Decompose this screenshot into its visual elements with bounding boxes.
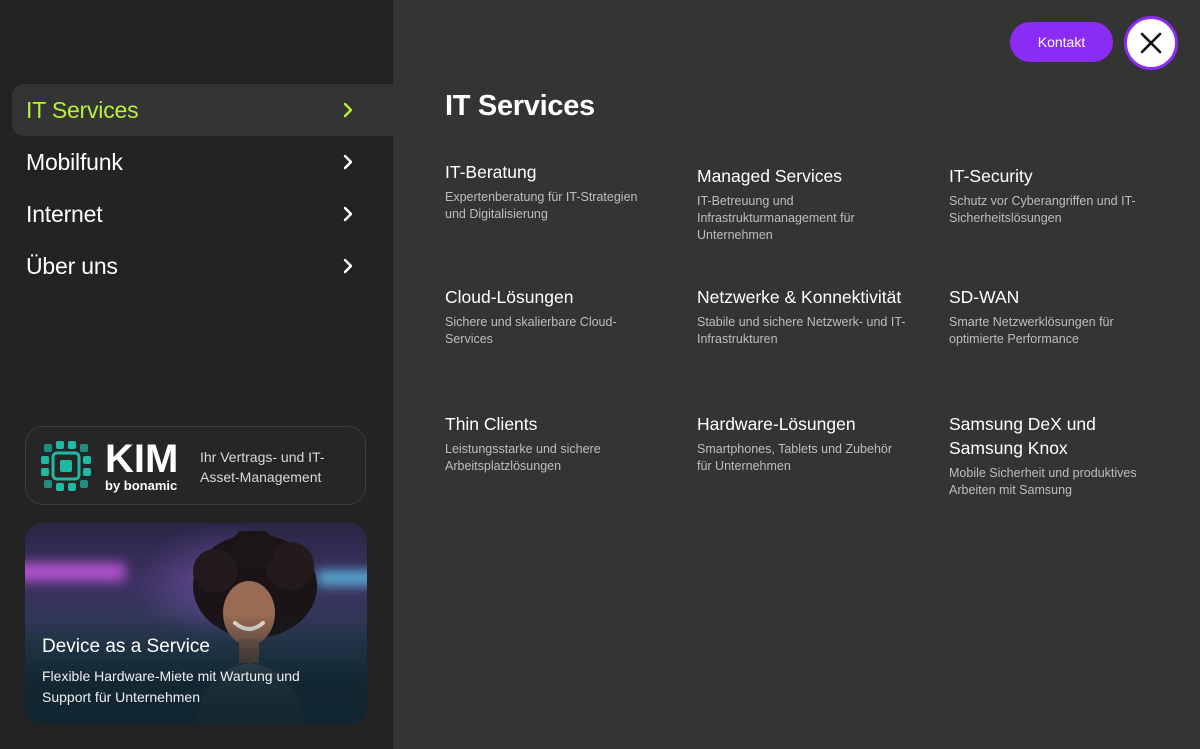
- nav-item-it-services[interactable]: IT Services: [12, 84, 393, 136]
- nav-item-label: Über uns: [26, 252, 118, 279]
- service-samsung-dex-knox[interactable]: Samsung DeX und Samsung Knox Mobile Sich…: [949, 412, 1159, 499]
- nav-item-ueber-uns[interactable]: Über uns: [12, 240, 393, 292]
- kim-chip-logo-icon: [41, 441, 91, 491]
- nav-item-label: Internet: [26, 200, 103, 227]
- page-title: IT Services: [445, 90, 595, 122]
- service-description: Smartphones, Tablets und Zubehör für Unt…: [697, 442, 893, 473]
- kim-promo-card[interactable]: KIM by bonamic Ihr Vertrags- und IT-Asse…: [25, 426, 366, 505]
- service-title: SD-WAN: [949, 287, 1020, 307]
- service-managed-services[interactable]: Managed Services IT-Betreuung und Infras…: [697, 164, 907, 244]
- service-title: Netzwerke & Konnektivität: [697, 287, 902, 307]
- contact-button[interactable]: Kontakt: [1010, 22, 1113, 62]
- daas-title: Device as a Service: [42, 636, 210, 657]
- kim-byline: by bonamic: [105, 478, 178, 493]
- service-description: Stabile und sichere Netzwerk- und IT-Inf…: [697, 315, 906, 346]
- close-icon: [1140, 32, 1162, 54]
- service-title: IT-Beratung: [445, 162, 537, 182]
- service-it-beratung[interactable]: IT-Beratung Expertenberatung für IT-Stra…: [445, 160, 655, 223]
- nav-item-label: Mobilfunk: [26, 148, 123, 175]
- service-sd-wan[interactable]: SD-WAN Smarte Netzwerklösungen für optim…: [949, 285, 1159, 348]
- service-description: Leistungsstarke und sichere Arbeitsplatz…: [445, 442, 601, 473]
- service-description: IT-Betreuung und Infrastrukturmanagement…: [697, 194, 855, 242]
- kim-wordmark: KIM: [105, 437, 179, 481]
- chevron-right-icon: [343, 154, 353, 170]
- service-title: Managed Services: [697, 166, 842, 186]
- nav-item-mobilfunk[interactable]: Mobilfunk: [12, 136, 393, 188]
- chevron-right-icon: [343, 206, 353, 222]
- sidebar-nav: IT Services Mobilfunk Internet Über uns: [12, 84, 393, 292]
- daas-neon-light-left: [25, 563, 125, 581]
- service-description: Smarte Netzwerklösungen für optimierte P…: [949, 315, 1114, 346]
- service-cloud-loesungen[interactable]: Cloud-Lösungen Sichere und skalierbare C…: [445, 285, 655, 348]
- chevron-right-icon: [343, 102, 353, 118]
- service-title: Samsung DeX und Samsung Knox: [949, 414, 1096, 458]
- service-description: Expertenberatung für IT-Strategien und D…: [445, 190, 638, 221]
- daas-promo-card[interactable]: Device as a Service Flexible Hardware-Mi…: [25, 523, 367, 724]
- service-description: Schutz vor Cyberangriffen und IT-Sicherh…: [949, 194, 1136, 225]
- chevron-right-icon: [343, 258, 353, 274]
- sidebar: IT Services Mobilfunk Internet Über uns: [0, 0, 393, 749]
- service-description: Mobile Sicherheit und produktives Arbeit…: [949, 466, 1137, 497]
- service-title: Thin Clients: [445, 414, 538, 434]
- close-menu-button[interactable]: [1124, 16, 1178, 70]
- service-title: IT-Security: [949, 166, 1033, 186]
- nav-item-internet[interactable]: Internet: [12, 188, 393, 240]
- service-it-security[interactable]: IT-Security Schutz vor Cyberangriffen un…: [949, 164, 1159, 227]
- service-netzwerke[interactable]: Netzwerke & Konnektivität Stabile und si…: [697, 285, 907, 348]
- nav-item-label: IT Services: [26, 96, 139, 123]
- service-description: Sichere und skalierbare Cloud-Services: [445, 315, 617, 346]
- service-title: Hardware-Lösungen: [697, 414, 856, 434]
- kim-tagline: Ihr Vertrags- und IT-Asset-Management: [200, 449, 325, 485]
- service-title: Cloud-Lösungen: [445, 287, 574, 307]
- daas-description: Flexible Hardware-Miete mit Wartung und …: [42, 668, 300, 705]
- service-hardware-loesungen[interactable]: Hardware-Lösungen Smartphones, Tablets u…: [697, 412, 907, 475]
- service-thin-clients[interactable]: Thin Clients Leistungsstarke und sichere…: [445, 412, 655, 475]
